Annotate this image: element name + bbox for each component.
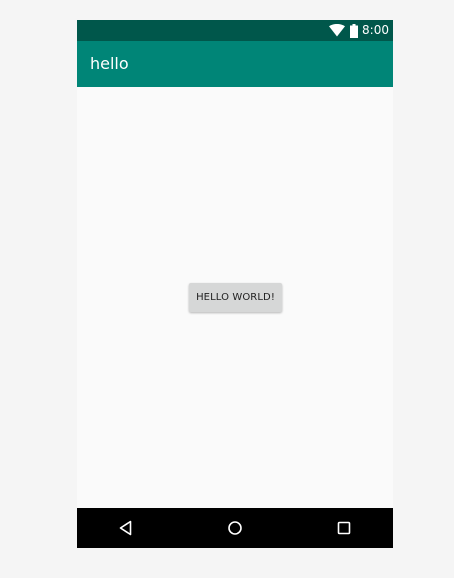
app-title: hello [90,54,129,73]
main-content: HELLO WORLD! [77,87,393,508]
back-triangle-icon[interactable] [116,518,136,538]
status-time: 8:00 [362,23,389,37]
home-circle-icon[interactable] [225,518,245,538]
screen-background: 8:00 hello HELLO WORLD! [0,0,454,578]
wifi-icon [329,24,346,37]
navigation-bar [77,508,393,548]
phone-screen: 8:00 hello HELLO WORLD! [77,20,393,548]
status-icons: 8:00 [329,20,389,41]
hello-world-button[interactable]: HELLO WORLD! [189,283,282,312]
battery-icon [350,23,359,38]
recents-square-icon[interactable] [334,518,354,538]
app-bar: hello [77,41,393,87]
status-bar: 8:00 [77,20,393,41]
